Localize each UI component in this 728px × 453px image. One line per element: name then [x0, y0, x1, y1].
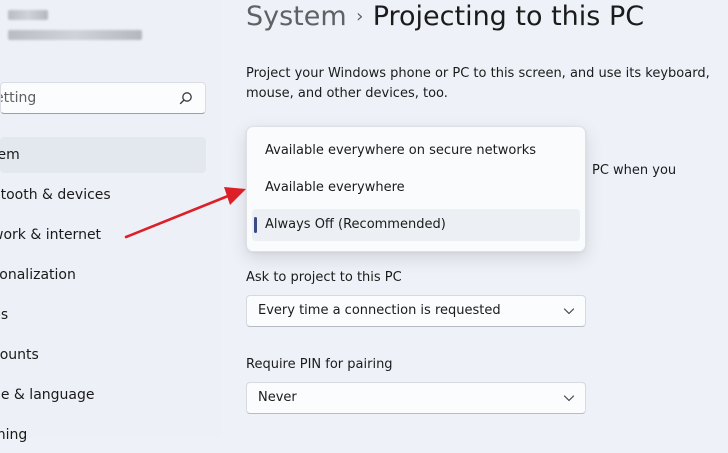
option-label: Always Off (Recommended) [265, 217, 446, 232]
page-description: Project your Windows phone or PC to this… [246, 66, 710, 101]
sidebar-item-label: work & internet [0, 227, 102, 243]
option-available-everywhere-secure[interactable]: Available everywhere on secure networks [252, 135, 580, 167]
option-available-everywhere[interactable]: Available everywhere [252, 172, 580, 204]
sidebar-item-label: ps [0, 307, 9, 323]
selection-indicator [254, 217, 257, 233]
breadcrumb-parent-link[interactable]: System [246, 1, 347, 32]
search-icon[interactable] [179, 91, 193, 105]
main-content: System › Projecting to this PC Project you… [222, 0, 728, 438]
search-box[interactable] [0, 82, 206, 114]
sidebar-item-label: counts [0, 347, 39, 363]
sidebar-item-gaming[interactable]: ming [0, 417, 206, 453]
ask-to-project-value: Every time a connection is requested [258, 303, 501, 318]
sidebar-item-network-internet[interactable]: work & internet [0, 217, 206, 253]
sidebar-item-apps[interactable]: ps [0, 297, 206, 333]
sidebar-item-label: sonalization [0, 267, 76, 283]
breadcrumb-separator-icon: › [356, 6, 364, 27]
require-pin-label: Require PIN for pairing [246, 357, 393, 372]
sidebar: tem etooth & devices work & internet son… [0, 0, 222, 443]
breadcrumb: System › Projecting to this PC [246, 0, 644, 34]
sidebar-item-personalization[interactable]: sonalization [0, 257, 206, 293]
ask-to-project-dropdown[interactable]: Every time a connection is requested [246, 295, 586, 327]
availability-setting-text: PC when you [592, 163, 677, 178]
chevron-down-icon [563, 395, 575, 402]
user-account-blurred [8, 10, 142, 50]
require-pin-dropdown[interactable]: Never [246, 382, 586, 414]
sidebar-item-label: ming [0, 427, 28, 443]
sidebar-item-accounts[interactable]: counts [0, 337, 206, 373]
option-label: Available everywhere on secure networks [265, 143, 537, 158]
search-input[interactable] [1, 83, 171, 113]
availability-dropdown-list: Available everywhere on secure networks … [246, 126, 586, 252]
option-always-off[interactable]: Always Off (Recommended) [252, 209, 580, 241]
sidebar-item-system[interactable]: tem [0, 137, 206, 173]
sidebar-item-label: ne & language [0, 387, 95, 403]
chevron-down-icon [563, 308, 575, 315]
sidebar-item-bluetooth-devices[interactable]: etooth & devices [0, 177, 206, 213]
require-pin-value: Never [258, 390, 297, 405]
sidebar-item-label: tem [0, 147, 20, 163]
option-label: Available everywhere [265, 180, 405, 195]
sidebar-item-label: etooth & devices [0, 187, 111, 203]
page-title: Projecting to this PC [372, 1, 645, 32]
ask-to-project-label: Ask to project to this PC [246, 270, 402, 285]
sidebar-item-time-language[interactable]: ne & language [0, 377, 206, 413]
